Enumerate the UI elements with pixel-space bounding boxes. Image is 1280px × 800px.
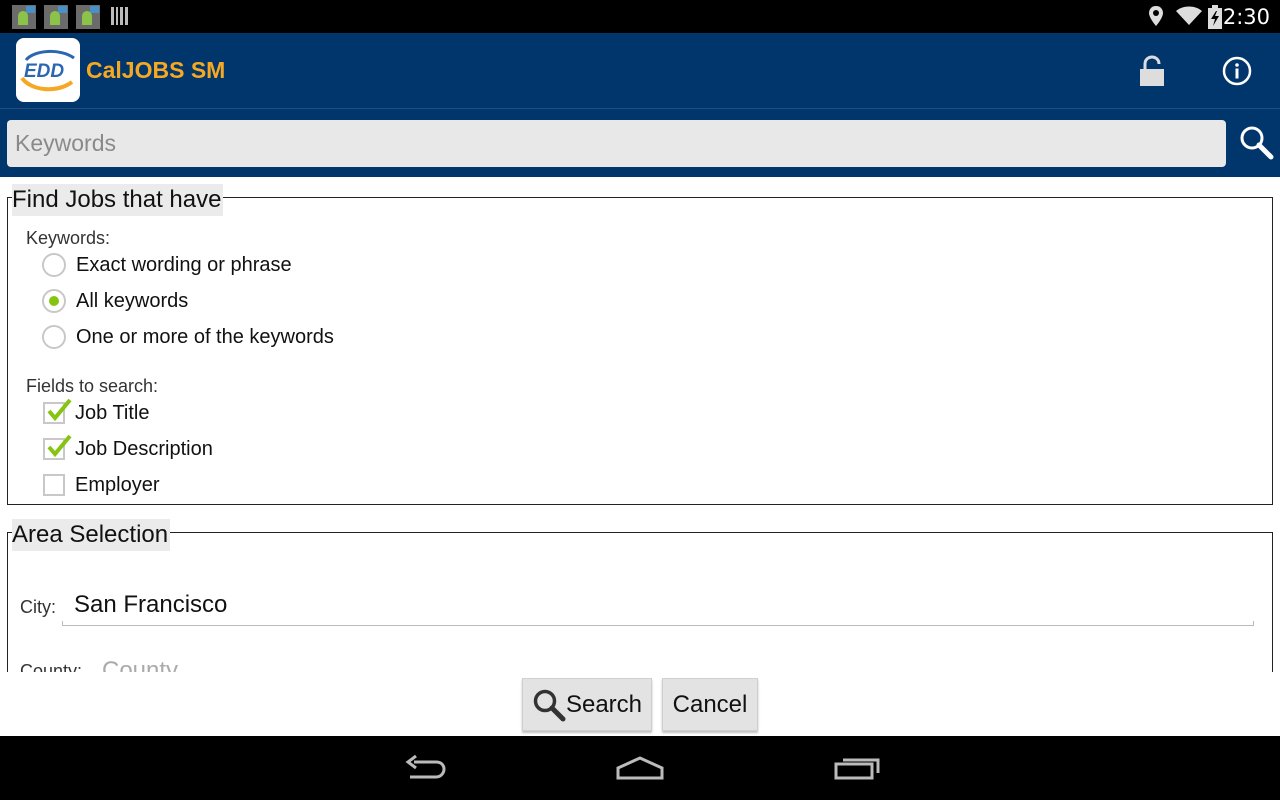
checkbox[interactable] <box>43 398 72 424</box>
keywords-search-input[interactable] <box>7 120 1226 167</box>
city-field-underline <box>62 621 1254 626</box>
checkbox-job-title[interactable]: Job Title <box>43 398 149 428</box>
radio-exact-wording[interactable]: Exact wording or phrase <box>42 250 292 280</box>
keywords-label: Keywords: <box>26 228 111 248</box>
checkbox[interactable] <box>43 474 65 496</box>
search-form: Find Jobs that have Keywords: Exact word… <box>0 177 1280 672</box>
edd-logo: EDD <box>16 38 80 102</box>
checkbox-label: Job Title <box>75 401 150 424</box>
android-icon <box>44 5 68 29</box>
recent-apps-button[interactable] <box>827 750 887 786</box>
app-bar: EDD CalJOBS SM <box>0 33 1280 108</box>
city-field[interactable]: San Francisco <box>74 591 227 619</box>
radio-all-keywords[interactable]: All keywords <box>42 286 188 316</box>
search-icon <box>1240 126 1274 160</box>
radio-one-or-more[interactable]: One or more of the keywords <box>42 322 334 352</box>
app-title: CalJOBS SM <box>86 57 226 83</box>
checkbox-employer[interactable]: Employer <box>43 470 159 500</box>
area-selection-legend: Area Selection <box>12 519 171 551</box>
info-button[interactable] <box>1217 51 1257 91</box>
radio-button-selected[interactable] <box>42 289 66 313</box>
checkmark-icon <box>47 434 72 458</box>
checkbox-job-description[interactable]: Job Description <box>43 434 213 464</box>
checkbox[interactable] <box>43 434 72 460</box>
info-icon <box>1222 56 1252 86</box>
radio-label: One or more of the keywords <box>76 325 334 348</box>
home-icon <box>616 756 664 780</box>
county-label: County: <box>20 661 83 672</box>
search-button[interactable]: Search <box>522 678 652 731</box>
clock: 2:30 <box>1222 5 1270 29</box>
radio-label: All keywords <box>76 289 189 312</box>
android-icon <box>76 5 100 29</box>
wifi-icon <box>1176 6 1202 31</box>
cancel-button-label: Cancel <box>672 690 748 718</box>
fields-to-search-label: Fields to search: <box>26 376 159 396</box>
checkbox-label: Employer <box>75 473 160 496</box>
battery-icon <box>1208 5 1222 34</box>
location-icon <box>1147 5 1165 32</box>
county-field[interactable]: County <box>102 657 178 672</box>
lock-button[interactable] <box>1132 51 1172 91</box>
status-bar: 2:30 <box>0 0 1280 33</box>
checkmark-icon <box>47 398 72 422</box>
cancel-button[interactable]: Cancel <box>662 678 758 731</box>
radio-button[interactable] <box>42 325 66 349</box>
search-submit-button[interactable] <box>1238 124 1278 164</box>
recent-apps-icon <box>834 758 880 780</box>
home-button[interactable] <box>610 750 670 786</box>
barcode-icon <box>110 5 134 29</box>
navigation-bar <box>0 736 1280 800</box>
search-icon <box>533 689 566 721</box>
radio-label: Exact wording or phrase <box>76 253 292 276</box>
logo-text: EDD <box>24 61 64 82</box>
back-icon <box>405 754 446 779</box>
checkbox-label: Job Description <box>75 437 213 460</box>
android-icon <box>12 5 36 29</box>
find-jobs-legend: Find Jobs that have <box>12 184 224 216</box>
radio-button[interactable] <box>42 253 66 277</box>
back-button[interactable] <box>394 750 454 786</box>
lock-icon <box>1140 55 1164 86</box>
city-label: City: <box>20 597 56 617</box>
search-bar <box>0 108 1280 177</box>
search-button-label: Search <box>565 690 643 718</box>
